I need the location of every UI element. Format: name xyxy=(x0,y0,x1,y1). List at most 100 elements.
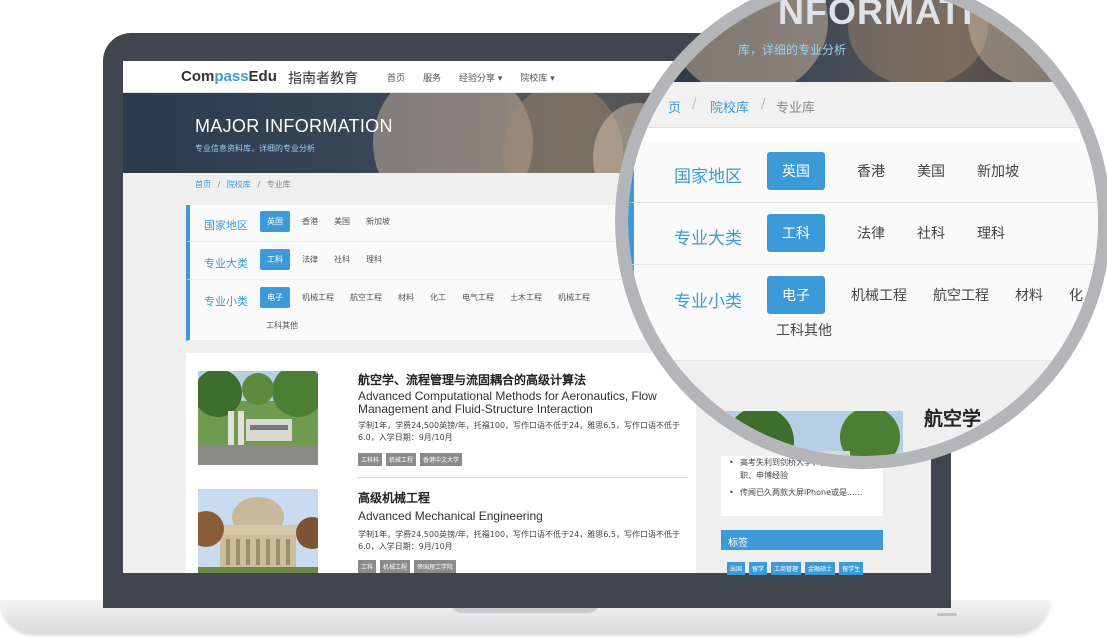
breadcrumb-current: 专业库 xyxy=(776,101,816,116)
news-item[interactable]: 传闻已久两款大屏iPhone或是...... xyxy=(721,486,883,499)
filter-option-electronics[interactable]: 电子 xyxy=(260,287,290,308)
filter-option-hk[interactable]: 香港 xyxy=(857,161,885,181)
filter-option-social[interactable]: 社科 xyxy=(917,223,945,243)
news-item[interactable]: 高考失利到剑桥大学，我的留学、求职、申博经验 xyxy=(721,456,883,482)
breadcrumb-home[interactable]: 页 xyxy=(668,97,681,116)
filter-option-science[interactable]: 理科 xyxy=(977,223,1005,243)
course-title-en[interactable]: Advanced Mechanical Engineering xyxy=(358,510,678,523)
logo-part: Edu xyxy=(248,68,277,85)
course-divider xyxy=(358,477,688,478)
nav-home[interactable]: 首页 xyxy=(387,71,405,84)
filter-option-uk[interactable]: 英国 xyxy=(767,152,825,190)
filter-option-electrical[interactable]: 电气工程 xyxy=(462,292,494,303)
filter-option-science[interactable]: 理科 xyxy=(366,254,382,265)
breadcrumb-home[interactable]: 首页 xyxy=(195,180,211,189)
course-thumbnail[interactable] xyxy=(198,371,318,465)
sidebar-tag[interactable]: 留学生 xyxy=(839,562,864,575)
filter-row-major: 专业大类 工科 法律 社科 理科 xyxy=(186,242,644,280)
course-tag[interactable]: 工科科 xyxy=(358,453,383,466)
course-title[interactable]: 航空学、流程管理与流固耦合的高级计算法 xyxy=(358,371,586,388)
logo[interactable]: CompassEdu xyxy=(181,68,277,85)
course-card[interactable]: 高级机械工程 Advanced Mechanical Engineering 学… xyxy=(198,489,691,573)
sidebar-tags: 出国 留学 工商管理 金融硕士 留学生 xyxy=(727,562,864,575)
magnified-hero-subtitle: 库，详细的专业分析 xyxy=(738,43,847,57)
hero-subtitle: 专业信息资料库，详细的专业分析 xyxy=(195,144,315,153)
filter-options-major: 工科 法律 社科 理科 xyxy=(260,249,398,270)
filter-option-mechanical[interactable]: 机械工程 xyxy=(851,285,907,305)
breadcrumb-separator: / xyxy=(692,97,697,112)
logo-part-accent: pass xyxy=(214,68,249,85)
magnified-filter-major: 专业大类 工科 法律 社科 理科 xyxy=(628,203,1098,265)
campus-photo xyxy=(198,489,318,573)
filter-option-us[interactable]: 美国 xyxy=(334,216,350,227)
course-tag[interactable]: 工科 xyxy=(358,560,377,573)
magnified-hero: NFORMATI 库，详细的专业分析 xyxy=(628,0,1098,82)
filter-options-sub: 电子 机械工程 航空工程 材料 化工 电气工程 土木工程 机械工程 xyxy=(260,287,606,308)
filter-option-uk[interactable]: 英国 xyxy=(260,211,290,232)
filter-option-electronics[interactable]: 电子 xyxy=(767,276,825,314)
filter-option-hk[interactable]: 香港 xyxy=(302,216,318,227)
breadcrumb-schools[interactable]: 院校库 xyxy=(227,180,251,189)
filter-option-aero[interactable]: 航空工程 xyxy=(350,292,382,303)
sidebar-tag[interactable]: 金融硕士 xyxy=(805,562,836,575)
nav-services[interactable]: 服务 xyxy=(423,71,441,84)
filter-option-law[interactable]: 法律 xyxy=(302,254,318,265)
course-thumbnail[interactable] xyxy=(198,489,318,573)
filter-option-sg[interactable]: 新加坡 xyxy=(366,216,390,227)
filter-label-region: 国家地区 xyxy=(204,219,248,232)
logo-chinese[interactable]: 指南者教育 xyxy=(288,68,358,88)
magnified-sidebar xyxy=(720,411,903,456)
breadcrumb-schools[interactable]: 院校库 xyxy=(710,97,749,116)
filter-option-materials[interactable]: 材料 xyxy=(398,292,414,303)
filter-option-aero[interactable]: 航空工程 xyxy=(933,285,989,305)
magnified-filter-sub: 专业小类 电子 机械工程 航空工程 材料 化 工科其他 xyxy=(628,265,1098,361)
magnified-filter-region: 国家地区 英国 香港 美国 新加坡 xyxy=(628,141,1098,203)
nav-experience-dropdown[interactable]: 经验分享 ▾ xyxy=(459,71,502,84)
course-tag[interactable]: 香港中文大学 xyxy=(420,453,463,466)
hero-title: MAJOR INFORMATION xyxy=(195,116,393,136)
filter-options-region: 英国 香港 美国 新加坡 xyxy=(260,211,406,232)
magnified-hero-title: NFORMATI xyxy=(778,0,974,32)
filter-option-sg[interactable]: 新加坡 xyxy=(977,161,1019,181)
filter-option-chemical[interactable]: 化 xyxy=(1069,285,1083,305)
filter-options-sub: 电子 机械工程 航空工程 材料 化 xyxy=(767,276,1098,314)
filter-panel: 国家地区 英国 香港 美国 新加坡 专业大类 工科 法律 社科 理科 专业小类 xyxy=(186,205,644,341)
nav-schools-dropdown[interactable]: 院校库 ▾ xyxy=(520,71,554,84)
filter-option-us[interactable]: 美国 xyxy=(917,161,945,181)
filter-option-mechanical-2[interactable]: 机械工程 xyxy=(558,292,590,303)
course-tags: 工科科 机械工程 香港中文大学 xyxy=(358,453,463,466)
magnifier-lens: NFORMATI 库，详细的专业分析 页 / 院校库 / 专业库 国家地区 英国… xyxy=(628,0,1098,456)
filter-options-major: 工科 法律 社科 理科 xyxy=(767,214,1037,252)
filter-option-civil[interactable]: 土木工程 xyxy=(510,292,542,303)
filter-option-chemical[interactable]: 化工 xyxy=(430,292,446,303)
filter-option-other[interactable]: 工科其他 xyxy=(776,320,832,340)
filter-option-mechanical[interactable]: 机械工程 xyxy=(302,292,334,303)
breadcrumb: 首页 / 院校库 / 专业库 xyxy=(195,179,291,190)
course-card[interactable]: 航空学、流程管理与流固耦合的高级计算法 Advanced Computation… xyxy=(198,371,691,471)
sidebar-tag[interactable]: 工商管理 xyxy=(771,562,802,575)
course-tag[interactable]: 机械工程 xyxy=(386,453,417,466)
product-showcase: CompassEdu 指南者教育 首页 服务 经验分享 ▾ 院校库 ▾ MAJO… xyxy=(0,0,1107,638)
filter-option-social[interactable]: 社科 xyxy=(334,254,350,265)
course-title[interactable]: 高级机械工程 xyxy=(358,489,430,506)
course-tag[interactable]: 机械工程 xyxy=(380,560,411,573)
filter-option-law[interactable]: 法律 xyxy=(857,223,885,243)
breadcrumb-separator: / xyxy=(761,97,766,112)
magnified-course-title[interactable]: 航空学 xyxy=(924,404,981,431)
sidebar-tag[interactable]: 留学 xyxy=(749,562,768,575)
filter-option-engineering[interactable]: 工科 xyxy=(260,249,290,270)
course-list: 航空学、流程管理与流固耦合的高级计算法 Advanced Computation… xyxy=(186,353,696,573)
course-tag[interactable]: 帝国理工学院 xyxy=(414,560,457,573)
filter-label-sub: 专业小类 xyxy=(674,292,742,312)
filter-option-materials[interactable]: 材料 xyxy=(1015,285,1043,305)
magnified-breadcrumb: 页 / 院校库 / 专业库 xyxy=(628,82,1098,128)
breadcrumb-current: 专业库 xyxy=(266,180,291,189)
course-tags: 工科 机械工程 帝国理工学院 xyxy=(358,560,457,573)
filter-label-major: 专业大类 xyxy=(204,257,248,270)
filter-options-region: 英国 香港 美国 新加坡 xyxy=(767,152,1051,190)
filter-option-other[interactable]: 工科其他 xyxy=(266,320,298,331)
filter-option-engineering[interactable]: 工科 xyxy=(767,214,825,252)
sidebar-tag[interactable]: 出国 xyxy=(727,562,746,575)
sidebar-tag-title: 标签 xyxy=(728,538,748,549)
filter-row-region: 国家地区 英国 香港 美国 新加坡 xyxy=(186,205,644,242)
